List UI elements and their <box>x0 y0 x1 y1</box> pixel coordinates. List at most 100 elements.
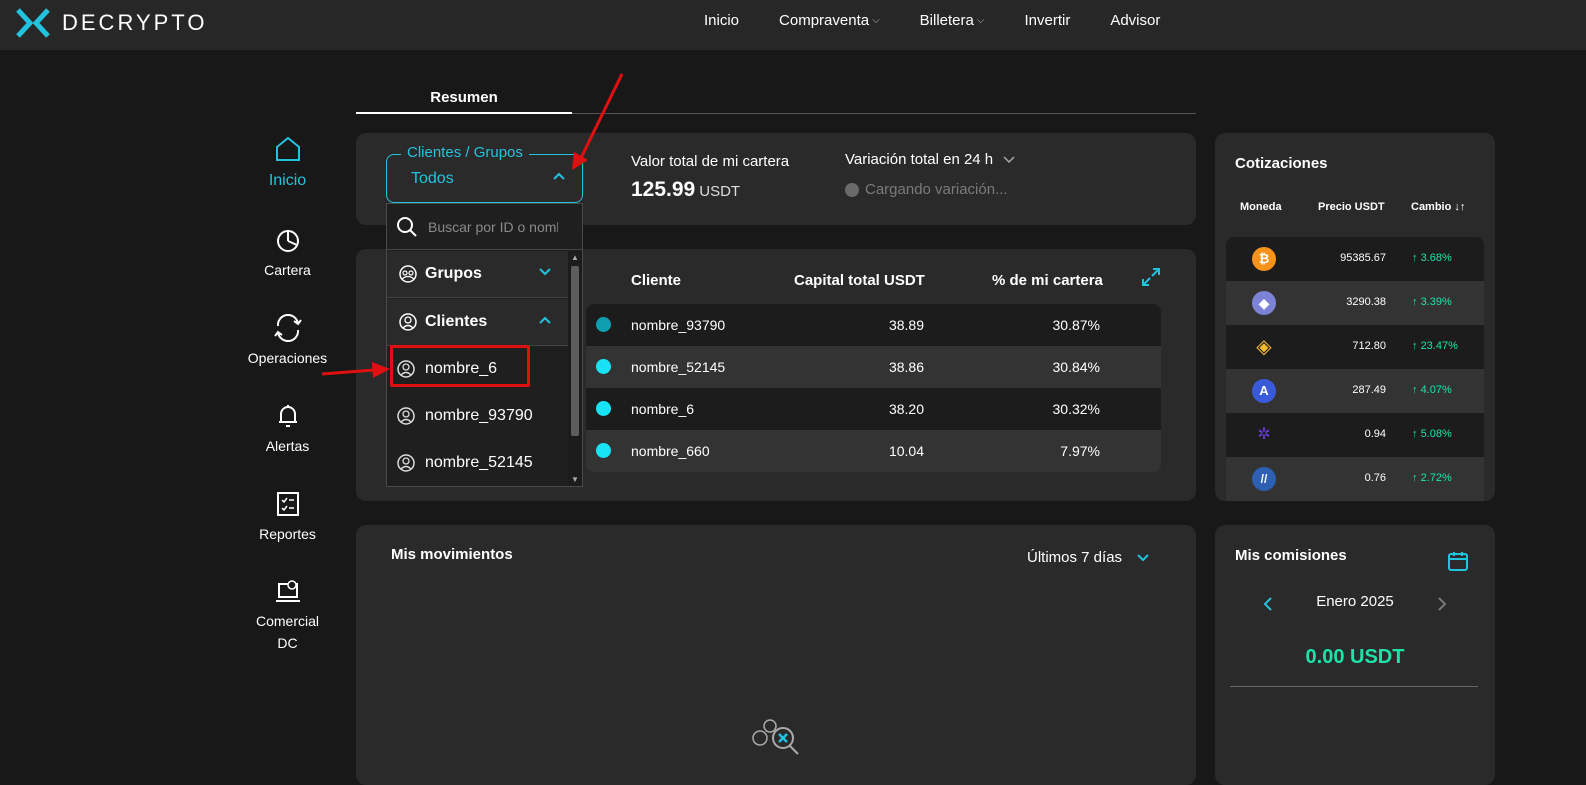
user-icon <box>397 406 415 425</box>
quotes-list: ₿ 95385.67 ↑ 3.68% ◆ 3290.38 ↑ 3.39% ◈ 7… <box>1226 237 1484 501</box>
client-name: nombre_93790 <box>631 317 726 333</box>
client-capital: 10.04 <box>888 443 924 459</box>
calendar-icon[interactable] <box>1447 550 1469 572</box>
tab-resumen[interactable]: Resumen <box>356 84 572 114</box>
pie-chart-icon <box>276 230 299 252</box>
chevron-up-icon <box>539 316 551 324</box>
period-select[interactable]: Últimos 7 días <box>1027 549 1150 566</box>
chevron-down-icon: ⌵ <box>872 15 880 26</box>
nav-advisor[interactable]: Advisor <box>1110 12 1160 29</box>
chevron-down-icon: ⌵ <box>976 15 985 26</box>
quote-price: 287.49 <box>1352 384 1386 396</box>
bnb-icon: ◈ <box>1256 336 1272 358</box>
sidebar-item-alertas[interactable]: Alertas <box>240 402 335 454</box>
sidebar-item-label: Comercial <box>255 613 319 629</box>
section-clientes[interactable]: Clientes <box>387 299 568 346</box>
commissions-title: Mis comisiones <box>1235 547 1347 564</box>
bell-icon <box>278 405 297 427</box>
client-name: nombre_660 <box>631 443 710 459</box>
variation-select[interactable]: Variación total en 24 h <box>845 151 1015 168</box>
nav-compraventa[interactable]: Compraventa ⌵ <box>779 12 880 29</box>
period-label: Últimos 7 días <box>1027 549 1123 566</box>
quote-row[interactable]: // 0.76 ↑ 2.72% <box>1226 457 1484 501</box>
nav-label: Billetera <box>919 12 974 29</box>
loading-spinner-icon <box>845 182 859 197</box>
quote-row[interactable]: ◆ 3290.38 ↑ 3.39% <box>1226 281 1484 325</box>
nav-inicio[interactable]: Inicio <box>704 12 739 29</box>
quote-price: 0.76 <box>1364 472 1386 484</box>
variation-label: Variación total en 24 h <box>845 151 994 168</box>
variation-loading: Cargando variación... <box>845 181 1008 198</box>
client-percent: 30.84% <box>1052 359 1100 375</box>
client-option[interactable]: nombre_52145 <box>387 439 568 486</box>
portfolio-total-unit: USDT <box>699 183 741 200</box>
nav-label: Compraventa <box>779 12 870 29</box>
loading-text: Cargando variación... <box>865 181 1008 198</box>
section-label: Grupos <box>425 265 482 282</box>
decrypto-logo-icon <box>16 8 50 38</box>
nav-invertir[interactable]: Invertir <box>1024 12 1070 29</box>
quote-row[interactable]: ₿ 95385.67 ↑ 3.68% <box>1226 237 1484 281</box>
ethereum-icon: ◆ <box>1252 291 1276 315</box>
scroll-down-icon[interactable]: ▼ <box>571 476 579 484</box>
sidebar-item-label: Operaciones <box>247 350 328 366</box>
nav-billetera[interactable]: Billetera ⌵ <box>920 12 985 29</box>
scroll-up-icon[interactable]: ▲ <box>571 254 579 262</box>
table-row[interactable]: nombre_52145 38.86 30.84% <box>586 346 1161 388</box>
arbitrum-icon: // <box>1252 467 1276 491</box>
col-header-percent[interactable]: % de mi cartera <box>992 272 1103 289</box>
sidebar-item-cartera[interactable]: Cartera <box>240 228 335 278</box>
client-name: nombre_52145 <box>631 359 726 375</box>
sort-arrows-icon: ↓↑ <box>1454 201 1466 213</box>
table-row[interactable]: nombre_6 38.20 30.32% <box>586 388 1161 430</box>
sidebar-item-label: Cartera <box>264 262 311 278</box>
nav-label: Inicio <box>704 12 740 29</box>
client-capital: 38.89 <box>888 317 924 333</box>
quote-change: ↑ 5.08% <box>1412 428 1452 440</box>
select-label: Clientes / Grupos <box>401 144 529 161</box>
client-percent: 7.97% <box>1060 443 1100 459</box>
client-percent: 30.32% <box>1052 401 1100 417</box>
quote-change: ↑ 4.07% <box>1412 384 1452 396</box>
sidebar-item-operaciones[interactable]: Operaciones <box>240 314 335 366</box>
sidebar-item-comercial-dc[interactable]: Comercial DC <box>240 578 335 654</box>
quote-row[interactable]: ✲ 0.94 ↑ 5.08% <box>1226 413 1484 457</box>
quote-price: 0.94 <box>1364 428 1386 440</box>
client-option[interactable]: nombre_93790 <box>387 392 568 439</box>
decrypto-logo[interactable]: DECRYPTO <box>16 8 207 38</box>
dropdown-search <box>387 204 582 250</box>
dropdown-scrollbar[interactable]: ▲ ▼ <box>568 251 582 486</box>
quote-change-value: 3.68% <box>1420 252 1452 264</box>
series-dot <box>596 443 611 458</box>
exchange-arrows-icon <box>273 314 302 342</box>
section-label: Clientes <box>425 313 488 330</box>
quote-change-value: 2.72% <box>1420 472 1452 484</box>
user-icon <box>397 453 415 472</box>
series-dot <box>596 317 611 332</box>
movements-title: Mis movimientos <box>391 546 513 563</box>
table-row[interactable]: nombre_93790 38.89 30.87% <box>586 304 1161 346</box>
commissions-amount: 0.00 USDT <box>1305 646 1405 668</box>
sidebar-item-label: DC <box>277 635 298 651</box>
search-input[interactable] <box>428 218 558 235</box>
scroll-thumb[interactable] <box>571 266 579 436</box>
clients-groups-select[interactable]: Clientes / Grupos Todos <box>386 144 583 203</box>
client-capital: 38.20 <box>888 401 924 417</box>
expand-icon[interactable] <box>1141 267 1161 287</box>
section-grupos[interactable]: Grupos <box>387 251 568 298</box>
col-header-cliente[interactable]: Cliente <box>631 272 681 289</box>
sidebar-item-inicio[interactable]: Inicio <box>240 134 335 190</box>
option-label: nombre_52145 <box>425 453 533 471</box>
group-icon <box>399 265 417 283</box>
chevron-right-icon[interactable] <box>1436 596 1448 612</box>
client-capital: 38.86 <box>888 359 924 375</box>
quote-row[interactable]: A 287.49 ↑ 4.07% <box>1226 369 1484 413</box>
col-header-capital[interactable]: Capital total USDT <box>794 272 925 289</box>
select-value: Todos <box>411 170 454 187</box>
sidebar-item-reportes[interactable]: Reportes <box>240 490 335 542</box>
table-row[interactable]: nombre_660 10.04 7.97% <box>586 430 1161 472</box>
quote-row[interactable]: ◈ 712.80 ↑ 23.47% <box>1226 325 1484 369</box>
checklist-icon <box>276 492 299 516</box>
quote-price: 95385.67 <box>1340 252 1386 264</box>
col-header-cambio[interactable]: Cambio ↓↑ <box>1411 201 1465 213</box>
